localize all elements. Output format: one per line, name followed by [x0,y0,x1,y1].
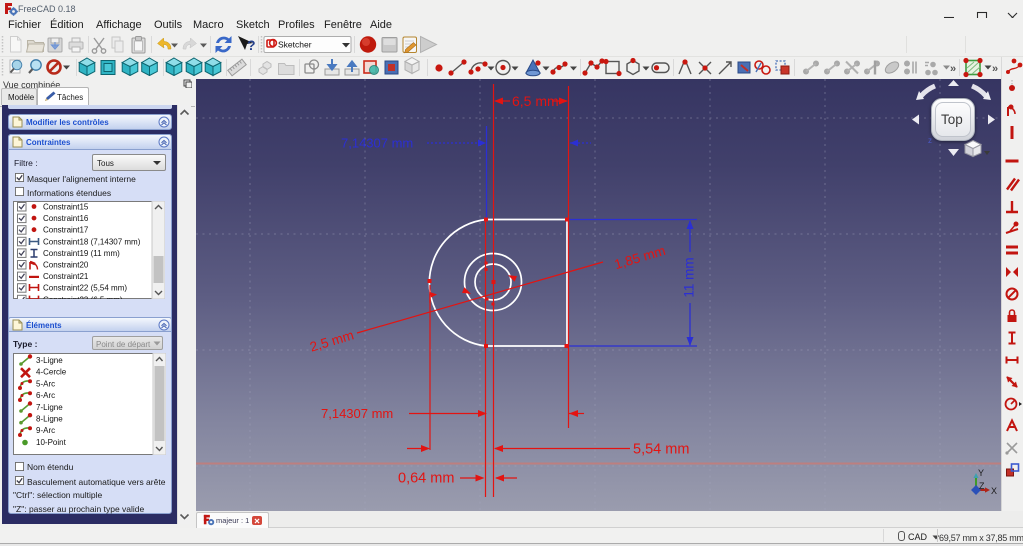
svg-text:7,14307 mm: 7,14307 mm [341,136,413,151]
svg-text:Constraint16: Constraint16 [43,214,89,223]
svg-text:Constraint20: Constraint20 [43,261,89,270]
svg-text:Constraint23 (6,5 mm): Constraint23 (6,5 mm) [43,295,123,299]
svg-text:z: z [928,136,932,145]
svg-text:11 mm: 11 mm [682,257,697,297]
svg-text:9-Arc: 9-Arc [36,426,55,435]
svg-text:2,5 mm: 2,5 mm [308,327,355,354]
svg-text:4-Cercle: 4-Cercle [36,368,67,377]
svg-text:3-Ligne: 3-Ligne [36,356,63,365]
svg-text:X: X [991,486,997,496]
svg-text:7,14307 mm: 7,14307 mm [321,406,393,421]
svg-text:7-Ligne: 7-Ligne [36,403,63,412]
svg-text:5,54 mm: 5,54 mm [633,442,689,458]
svg-text:0,64 mm: 0,64 mm [398,471,454,487]
svg-text:Constraint19 (11 mm): Constraint19 (11 mm) [43,249,120,258]
svg-text:Constraint17: Constraint17 [43,226,89,235]
svg-text:Constraint18 (7,14307 mm): Constraint18 (7,14307 mm) [43,237,141,246]
svg-text:»: » [992,63,998,75]
svg-text:»: » [950,63,956,75]
svg-text:10-Point: 10-Point [36,438,67,447]
svg-text:Z: Z [979,481,985,491]
svg-text:?: ? [247,37,256,53]
svg-text:Y: Y [978,468,984,478]
svg-text:5-Arc: 5-Arc [36,379,55,388]
svg-text:Constraint21: Constraint21 [43,272,89,281]
svg-text:1,85 mm: 1,85 mm [613,243,668,272]
svg-text:Constraint15: Constraint15 [43,203,89,212]
svg-text:6-Arc: 6-Arc [36,391,55,400]
svg-text:Constraint22 (5,54 mm): Constraint22 (5,54 mm) [43,284,127,293]
svg-text:Sketcher: Sketcher [278,40,312,50]
svg-text:8-Ligne: 8-Ligne [36,415,63,424]
svg-text:6,5 mm: 6,5 mm [512,93,559,109]
